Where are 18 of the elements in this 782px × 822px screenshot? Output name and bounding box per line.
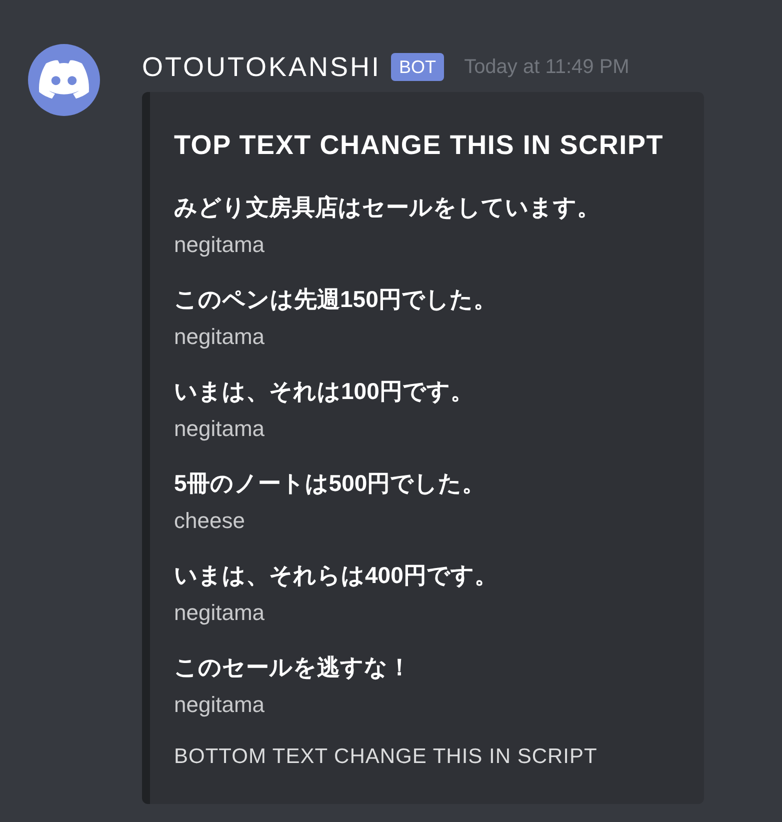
field-value: negitama (174, 415, 266, 443)
field-name: いまは、それは100円です。 (174, 377, 474, 406)
field-value: negitama (174, 323, 266, 351)
username[interactable]: OTOUTOKANSHI (142, 50, 382, 84)
field-name: このセールを逃すな！ (174, 653, 412, 682)
field-value: negitama (174, 599, 266, 627)
field-name: みどり文房具店はセールをしています。 (174, 193, 601, 222)
avatar-icon[interactable] (28, 44, 100, 116)
field-value: negitama (174, 231, 266, 259)
timestamp: Today at 11:49 PM (464, 55, 630, 80)
field-value: negitama (174, 691, 266, 719)
field-name: いまは、それらは400円です。 (174, 561, 498, 590)
field-name: このペンは先週150円でした。 (174, 285, 498, 314)
bot-badge: BOT (391, 53, 444, 81)
field-value: cheese (174, 507, 246, 535)
embed-footer-text: BOTTOM TEXT CHANGE THIS IN SCRIPT (174, 744, 598, 770)
embed-title: TOP TEXT CHANGE THIS IN SCRIPT (174, 129, 665, 161)
field-name: 5冊のノートは500円でした。 (174, 469, 486, 498)
